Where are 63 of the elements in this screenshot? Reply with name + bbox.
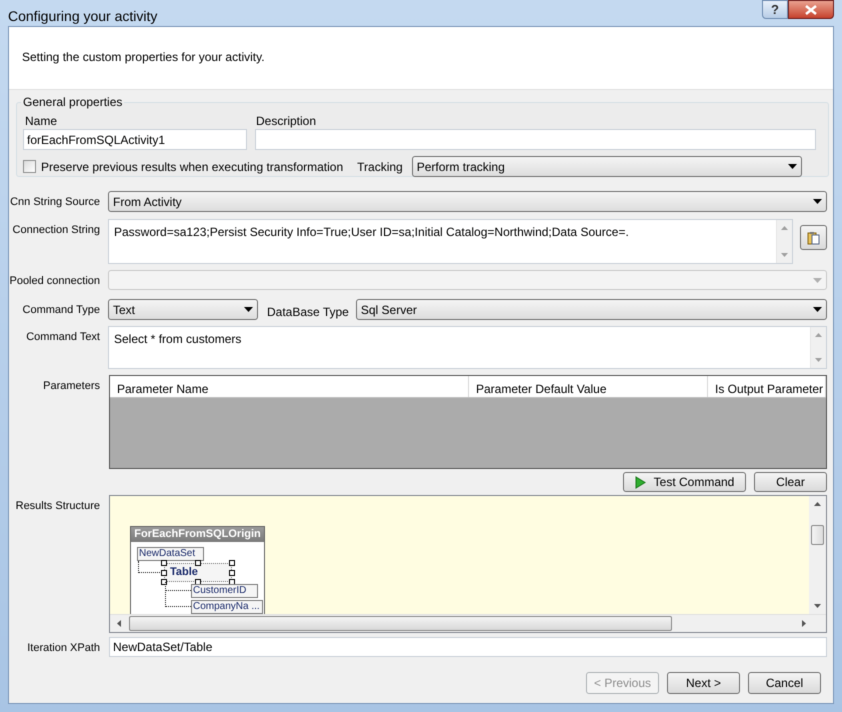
scroll-thumb[interactable] [129,616,672,631]
field-label: Description [255,113,318,128]
column-header[interactable]: Parameter Name [110,376,469,397]
play-icon [634,476,646,488]
scroll-up-icon [781,226,788,230]
scroll-left-icon [117,620,121,627]
field-label: Cnn String Source [10,195,100,209]
dropdown-arrow-icon [813,199,822,204]
checkbox[interactable] [23,160,36,173]
dropdown[interactable]: From Activity [108,191,827,212]
paste-button[interactable] [800,225,827,250]
header-text: Setting the custom properties for your activity. [22,49,266,66]
group-title: General properties [22,94,124,111]
field-label: Command Type [22,303,100,317]
command-button[interactable]: Test Command [623,472,746,492]
close-icon [805,4,817,14]
field-label: Pooled connection [9,274,100,288]
dropdown-arrow-icon [813,278,822,282]
dropdown[interactable]: Perform tracking [412,156,802,177]
scrollbar[interactable] [110,614,826,632]
scrollbar[interactable] [809,496,826,614]
dropdown-arrow-icon [244,307,253,312]
help-button[interactable]: ? [762,0,788,19]
text-field[interactable]: forEachFromSQLActivity1 [23,129,247,150]
diagram-node[interactable]: NewDataSet [137,547,204,561]
field-label: Parameters [43,379,100,393]
scrollbar[interactable] [776,220,792,263]
scroll-up-icon [814,502,821,506]
checkbox-label: Preserve previous results when executing transformation [41,158,344,176]
window-title: Configuring your activity [7,7,158,26]
footer-button[interactable]: Next > [667,672,740,694]
scroll-down-icon [781,253,788,257]
field-label: Results Structure [16,499,100,513]
dropdown[interactable]: Text [108,299,258,320]
scroll-down-icon [814,604,821,608]
command-button[interactable]: Clear [754,472,827,492]
scroll-thumb[interactable] [811,525,824,545]
dropdown-arrow-icon [788,164,797,169]
text-field[interactable] [255,129,816,150]
dropdown-arrow-icon [813,307,822,312]
close-button[interactable] [788,0,834,19]
diagram-node[interactable]: CompanyNa ... [191,600,263,614]
text-area[interactable]: Password=sa123;Persist Security Info=True;User ID=sa;Initial Catalog=Northwind;Data Source=. [108,219,793,264]
clipboard-icon [807,230,820,244]
field-label: Command Text [26,330,100,344]
field-label: Connection String [12,223,100,237]
scroll-down-icon [815,358,822,362]
diagram-title: ForEachFromSQLOrigin [131,527,264,542]
column-header[interactable]: Parameter Default Value [469,376,708,397]
footer-button[interactable]: Cancel [748,672,821,694]
column-header[interactable]: Is Output Parameter [708,376,826,397]
scrollbar[interactable] [810,327,826,368]
diagram-node[interactable]: Table [164,563,232,582]
scroll-right-icon [802,620,806,627]
field-label: DataBase Type [267,304,349,321]
text-area[interactable]: Select * from customers [108,326,827,369]
diagram-node[interactable]: CustomerID [191,584,258,598]
field-label: Tracking [357,158,403,176]
dropdown[interactable]: Sql Server [356,299,827,320]
scroll-up-icon [815,333,822,337]
text-field[interactable]: NewDataSet/Table [109,637,827,657]
field-label: Iteration XPath [27,641,100,655]
field-label: Name [24,113,58,128]
